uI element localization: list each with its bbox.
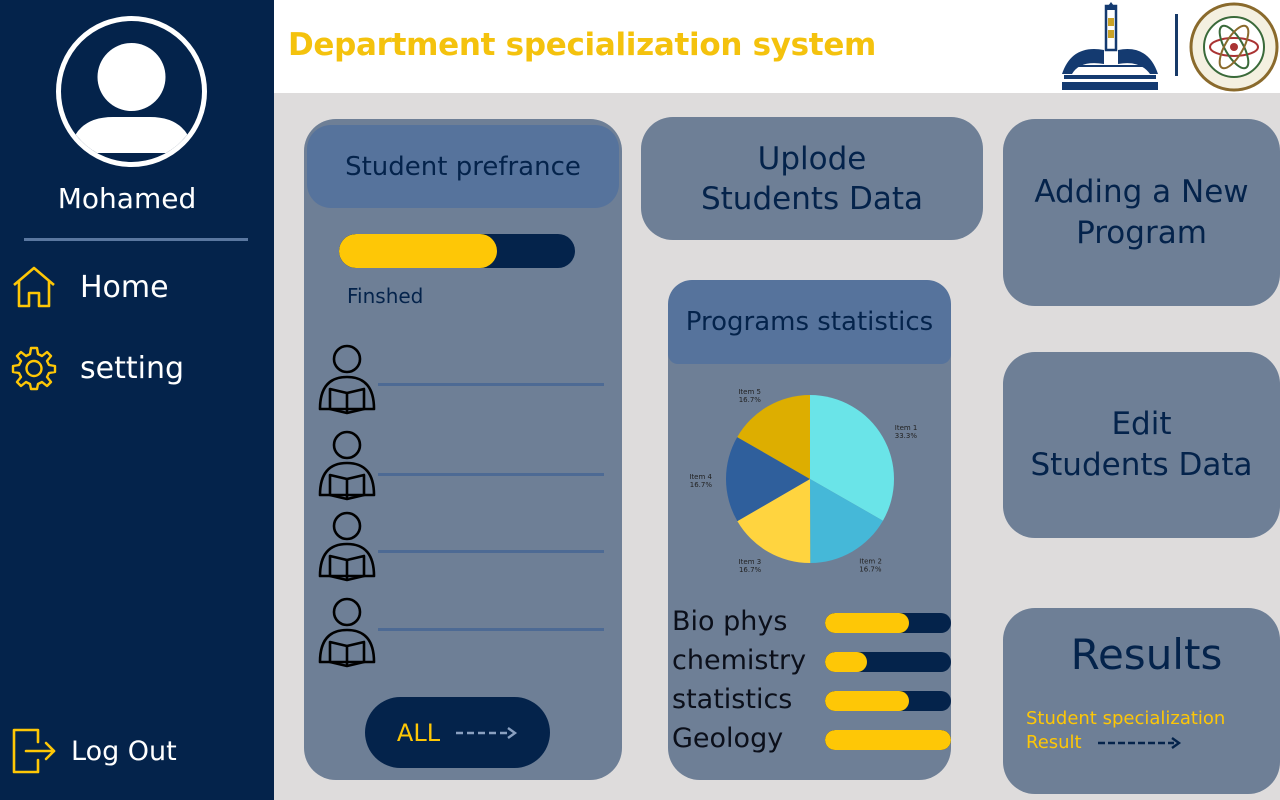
user-avatar-icon[interactable] (56, 16, 207, 167)
program-name: statistics (672, 684, 793, 715)
dashed-arrow-icon (1097, 736, 1181, 749)
student-row[interactable] (314, 510, 604, 582)
add-program-line1: Adding a New (1034, 173, 1249, 210)
user-name: Mohamed (57, 182, 197, 215)
edit-card-line2: Students Data (1030, 447, 1253, 483)
programs-pie-chart: Item 1 33.3% Item 2 16.7% Item 3 16.7% Item 41… (688, 382, 928, 582)
ain-shams-university-logo (1054, 0, 1166, 92)
student-reading-icon (318, 597, 376, 668)
logout-label: Log Out (71, 735, 177, 767)
faculty-of-science-logo (1188, 2, 1280, 92)
program-row-bio-phys: Bio phys (672, 606, 952, 642)
add-program-line2: Program (1076, 214, 1207, 251)
pie-label-1-name: Item 1 (895, 424, 918, 432)
program-name: chemistry (672, 645, 807, 676)
program-bar-fill (825, 691, 910, 711)
upload-card-line1: Uplode (757, 140, 867, 177)
header: Department specialization system (274, 0, 1280, 93)
pie-label-4-name: Item 4 (689, 473, 712, 481)
upload-card-label: Uplode Students Data (701, 139, 923, 219)
sidebar-item-setting[interactable]: setting (10, 343, 250, 393)
sidebar-item-label: Home (80, 269, 169, 305)
program-bar (825, 730, 951, 750)
results-subtitle: Student specialization (1026, 708, 1226, 729)
pie-label-5-name: Item 5 (738, 388, 761, 396)
student-row[interactable] (314, 596, 604, 668)
pie-label-5-value: 16.7% (739, 396, 762, 404)
student-row-line (378, 473, 604, 476)
student-row-line (378, 550, 604, 553)
program-bar (825, 613, 951, 633)
pie-label-4-value: 16.7% (690, 481, 713, 489)
pie-label-1-value: 33.3% (895, 432, 918, 440)
upload-students-data-card[interactable]: Uplode Students Data (641, 117, 983, 240)
student-row[interactable] (314, 429, 604, 501)
pie-label-2-name: Item 2 (859, 558, 882, 566)
sidebar: Mohamed Home setting Log Out (0, 0, 274, 800)
edit-card-line1: Edit (1111, 406, 1172, 442)
preference-progress-bar (339, 234, 575, 268)
logout-icon (10, 727, 58, 775)
pie-label-3-value: 16.7% (739, 566, 762, 574)
student-row-line (378, 383, 604, 386)
student-preference-title: Student prefrance (307, 125, 619, 208)
all-button-label: ALL (396, 718, 441, 747)
student-row[interactable] (314, 343, 604, 415)
program-bar-fill (825, 652, 867, 672)
program-bar-fill (825, 613, 910, 633)
programs-statistics-card: Programs statistics Item 1 33.3% Item 2 16.… (668, 280, 951, 780)
student-reading-icon (318, 344, 376, 415)
student-reading-icon (318, 511, 376, 582)
progress-status-label: Finshed (347, 284, 424, 308)
add-program-label: Adding a New Program (1034, 172, 1248, 254)
program-row-statistics: statistics (672, 684, 952, 720)
upload-card-line2: Students Data (700, 180, 924, 217)
all-students-button[interactable]: ALL (365, 697, 550, 768)
program-name: Geology (672, 723, 784, 754)
programs-statistics-title: Programs statistics (668, 280, 951, 364)
sidebar-item-label: setting (80, 350, 185, 386)
program-bar-fill (825, 730, 951, 750)
program-name: Bio phys (672, 606, 788, 637)
pie-label-2-value: 16.7% (859, 566, 882, 574)
add-new-program-card[interactable]: Adding a New Program (1003, 119, 1280, 306)
results-card: Results Student specialization Result (1003, 608, 1280, 794)
pie-label-3-name: Item 3 (739, 558, 762, 566)
preference-progress-fill (339, 234, 498, 268)
page-title: Department specialization system (288, 27, 877, 63)
logout-button[interactable]: Log Out (10, 726, 250, 776)
sidebar-item-home[interactable]: Home (10, 262, 250, 312)
results-link[interactable]: Result (1026, 732, 1182, 753)
student-row-line (378, 628, 604, 631)
student-reading-icon (318, 430, 376, 501)
home-icon (10, 263, 58, 311)
program-bar (825, 652, 951, 672)
edit-card-label: Edit Students Data (1030, 404, 1252, 486)
logo-separator (1175, 14, 1178, 76)
program-row-geology: Geology (672, 723, 952, 759)
program-bar (825, 691, 951, 711)
edit-students-data-card[interactable]: Edit Students Data (1003, 352, 1280, 538)
dashed-arrow-icon (456, 726, 518, 739)
gear-icon (10, 344, 58, 392)
student-preference-card: Student prefrance Finshed ALL (304, 119, 622, 780)
sidebar-divider (24, 238, 248, 241)
results-title: Results (1070, 630, 1223, 679)
program-row-chemistry: chemistry (672, 645, 952, 681)
results-link-label: Result (1026, 732, 1082, 753)
